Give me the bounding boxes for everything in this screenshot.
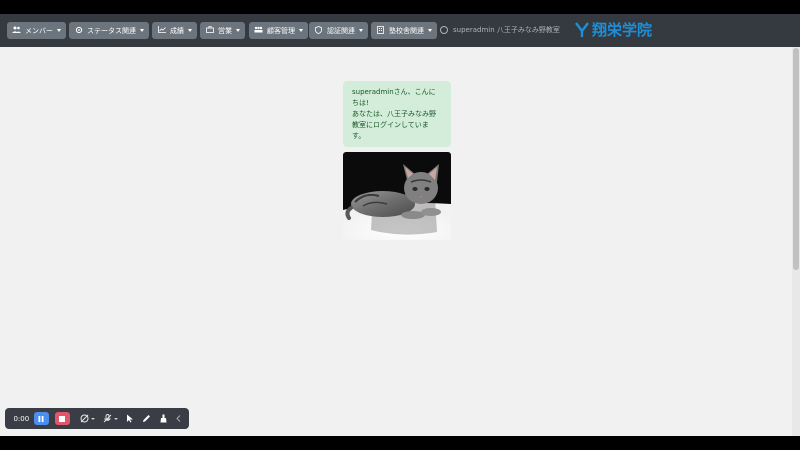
- screen-recorder-toolbar: 0:00: [5, 408, 189, 429]
- welcome-message: superadminさん、こんにちは! あなたは、八王子みなみ野教室にログインし…: [343, 81, 451, 147]
- chevron-down-icon: [428, 29, 432, 32]
- pause-button[interactable]: [33, 412, 49, 425]
- chevron-down-icon: [236, 29, 240, 32]
- nav-school-button[interactable]: 塾校舎関連: [371, 22, 437, 39]
- school-logo[interactable]: 翔栄学院: [575, 19, 652, 40]
- shield-icon: [314, 25, 323, 36]
- nav-customers-label: 顧客管理: [267, 26, 295, 35]
- gear-icon: [74, 26, 83, 36]
- chevron-down-icon: [91, 417, 95, 420]
- nav-sales-label: 営業: [218, 26, 232, 35]
- pen-icon: [143, 415, 150, 422]
- current-user-label: superadmin 八王子みなみ野教室: [453, 26, 560, 34]
- nav-status-button[interactable]: ステータス関連: [69, 22, 149, 39]
- chevron-left-icon: [176, 415, 181, 422]
- welcome-line-1: superadminさん、こんにちは!: [352, 88, 436, 107]
- scrollbar-thumb[interactable]: [793, 48, 799, 270]
- microphone-toggle[interactable]: [103, 414, 118, 423]
- chevron-down-icon: [359, 29, 363, 32]
- nav-status-label: ステータス関連: [87, 26, 136, 35]
- camera-off-icon: [80, 414, 89, 423]
- kitten-photo: [343, 152, 451, 240]
- collapse-toolbar-button[interactable]: [176, 415, 181, 422]
- customers-icon: [254, 26, 263, 35]
- chevron-down-icon: [140, 29, 144, 32]
- nav-auth-label: 認証関連: [327, 26, 355, 35]
- cursor-tool[interactable]: [126, 414, 134, 423]
- nav-customers-button[interactable]: 顧客管理: [249, 22, 308, 39]
- highlighter-icon: [160, 414, 167, 423]
- nav-grades-label: 成績: [170, 26, 184, 35]
- top-navbar: メンバー ステータス関連 成績 営業 顧客管理 認証関連 塾校舎関連 super…: [0, 14, 800, 47]
- eraser-tool[interactable]: [159, 414, 168, 423]
- nav-auth-button[interactable]: 認証関連: [309, 22, 368, 39]
- browser-viewport: メンバー ステータス関連 成績 営業 顧客管理 認証関連 塾校舎関連 super…: [0, 14, 800, 436]
- user-circle-icon: [440, 26, 448, 34]
- pause-icon: [38, 415, 44, 422]
- recording-timer: 0:00: [13, 414, 30, 423]
- nav-school-label: 塾校舎関連: [389, 26, 424, 35]
- nav-members-label: メンバー: [25, 26, 53, 35]
- nav-sales-button[interactable]: 営業: [200, 22, 245, 39]
- nav-members-button[interactable]: メンバー: [7, 22, 66, 39]
- users-icon: [12, 26, 21, 35]
- logo-text: 翔栄学院: [592, 21, 653, 39]
- chevron-down-icon: [57, 29, 61, 32]
- building-icon: [376, 25, 385, 36]
- welcome-line-2: あなたは、八王子みなみ野教室にログインしています。: [352, 110, 436, 140]
- nav-grades-button[interactable]: 成績: [152, 22, 197, 39]
- logo-mark-icon: [575, 21, 589, 37]
- chevron-down-icon: [299, 29, 303, 32]
- chevron-down-icon: [188, 29, 192, 32]
- current-user[interactable]: superadmin 八王子みなみ野教室: [440, 25, 560, 35]
- stop-icon: [59, 415, 66, 422]
- chart-line-icon: [157, 26, 166, 35]
- cursor-icon: [127, 414, 133, 423]
- briefcase-icon: [205, 26, 214, 35]
- webcam-toggle[interactable]: [80, 414, 95, 423]
- microphone-off-icon: [103, 414, 112, 423]
- page-scrollbar[interactable]: [792, 47, 800, 436]
- chevron-down-icon: [114, 417, 118, 420]
- stop-button[interactable]: [54, 412, 70, 425]
- pen-tool[interactable]: [142, 414, 151, 423]
